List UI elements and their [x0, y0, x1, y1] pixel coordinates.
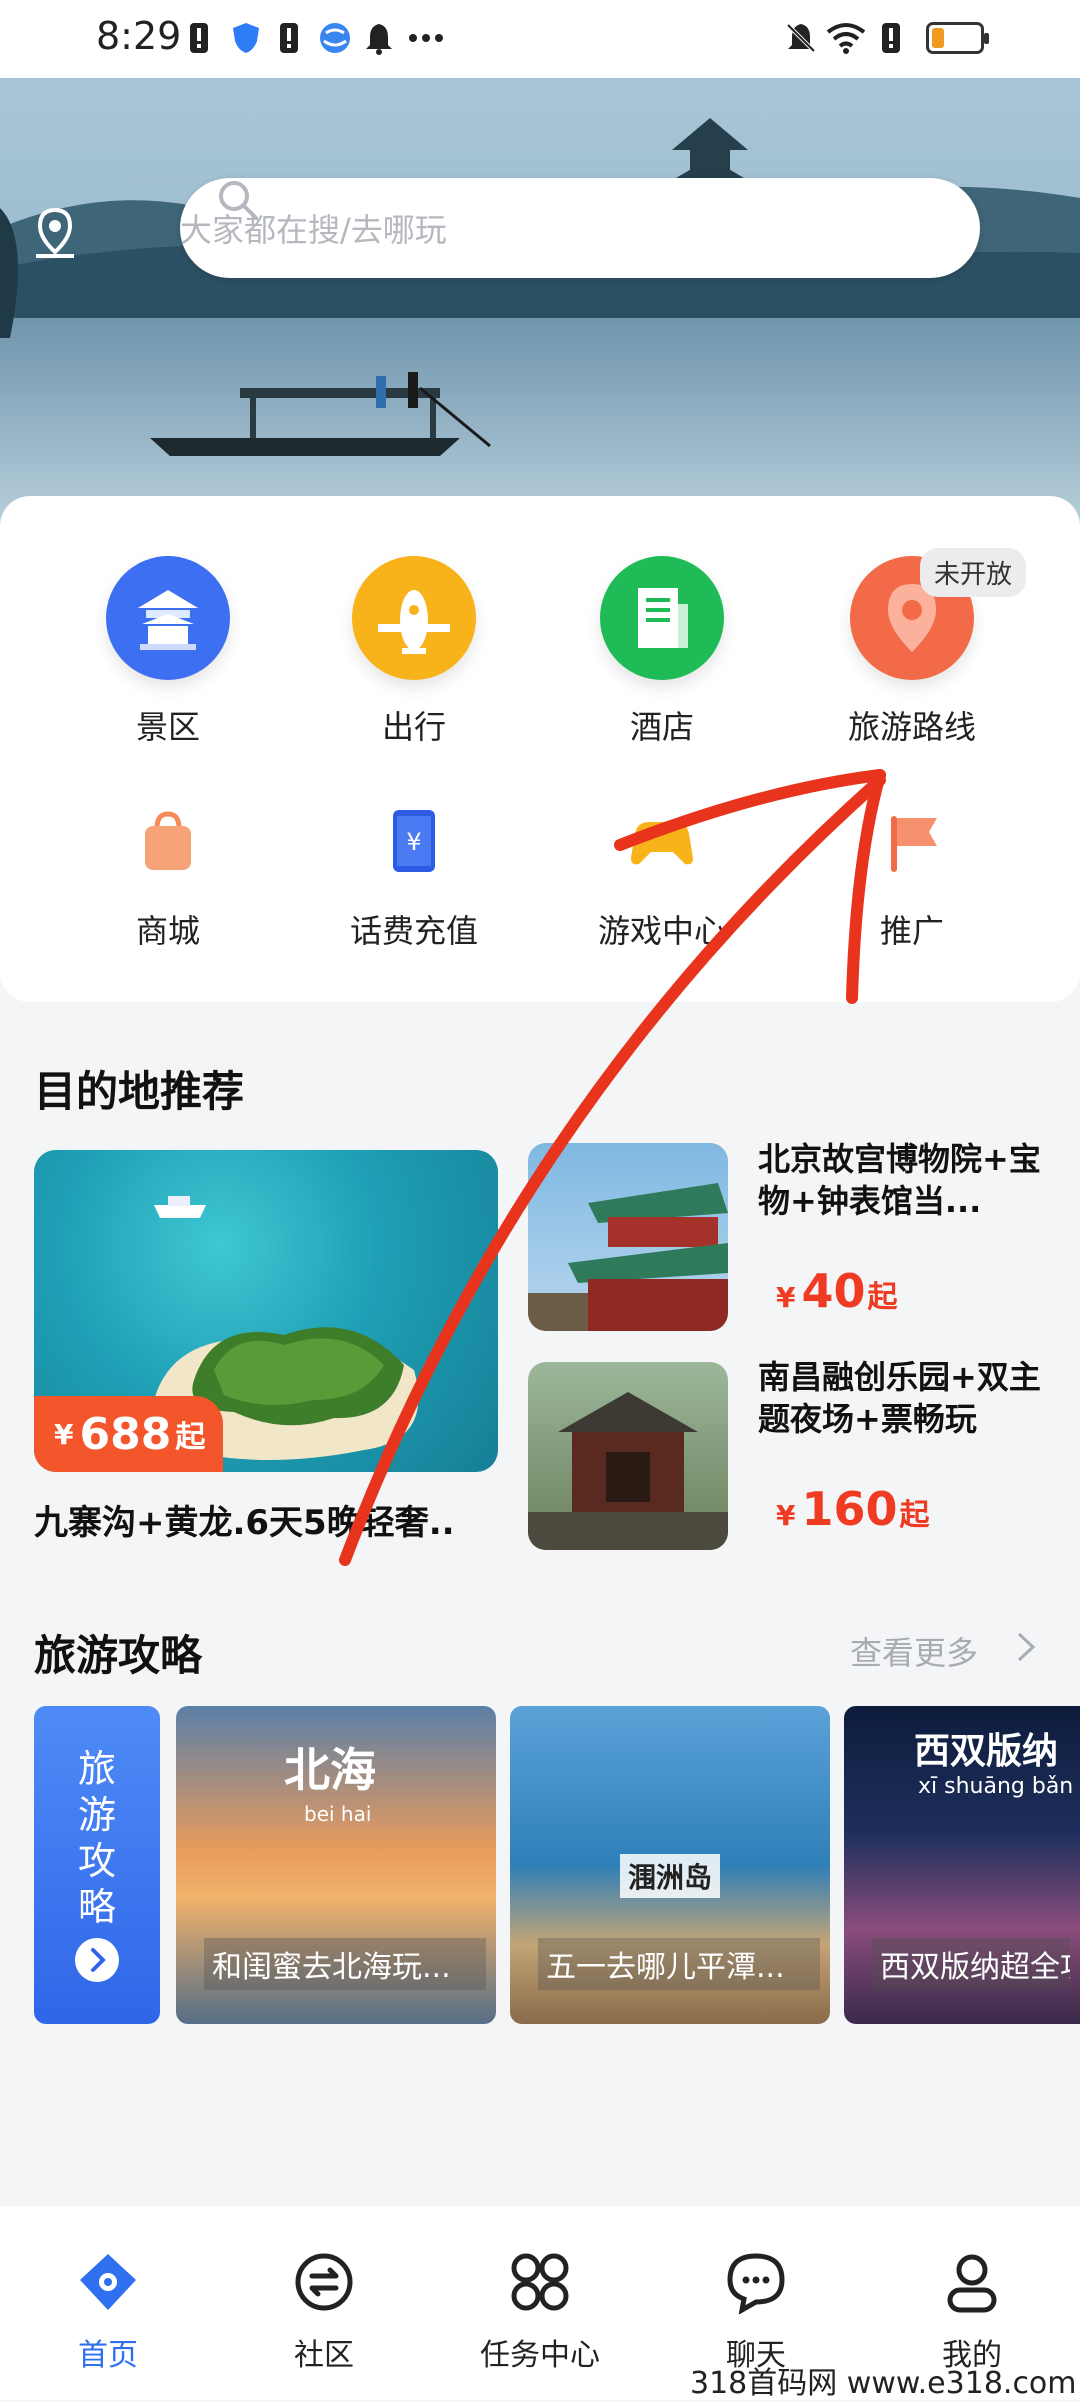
bell-icon	[364, 20, 394, 56]
nav-profile[interactable]: 我的	[872, 2250, 1072, 2374]
guide-card-title: 北海	[284, 1743, 376, 1797]
quick-menu: 景区 出行 酒店 旅游路线 未开放 商城 ¥ 话费充值 游戏中心 推广	[0, 496, 1080, 1002]
guides-side-label: 旅游攻略	[77, 1747, 116, 1929]
nav-task-center[interactable]: 任务中心	[440, 2250, 640, 2374]
guide-card-caption: 五一去哪儿平潭...	[538, 1938, 820, 1990]
menu-promotion[interactable]: 推广	[812, 806, 1012, 952]
guide-card-subtitle: xī shuāng bǎn nà	[918, 1774, 1080, 1799]
plane-icon	[352, 556, 476, 680]
palace-image	[528, 1183, 728, 1331]
guide-card-title: 西双版纳	[914, 1731, 1059, 1772]
menu-mall[interactable]: 商城	[68, 806, 268, 952]
guide-card-caption: 西双版纳超全攻略	[872, 1938, 1070, 1990]
menu-label: 旅游路线	[847, 708, 976, 746]
menu-scenic[interactable]: 景区	[68, 556, 268, 748]
menu-recharge[interactable]: ¥ 话费充值	[314, 806, 514, 952]
watermark-text: 318首码网 www.e318.com	[690, 2366, 1077, 2401]
warning-icon	[880, 20, 902, 56]
menu-label: 出行	[381, 708, 446, 746]
menu-travel[interactable]: 出行	[314, 556, 514, 748]
guides-entry-card[interactable]: 旅游攻略	[34, 1706, 160, 2024]
chat-icon	[727, 2253, 785, 2315]
shield-icon	[230, 20, 262, 56]
destination-title-nanchang[interactable]: 南昌融创乐园+双主题夜场+票畅玩	[758, 1356, 1048, 1440]
more-icon	[408, 20, 444, 56]
section-title-destinations: 目的地推荐	[34, 1067, 245, 1116]
see-more-link[interactable]: 查看更多	[850, 1628, 978, 1674]
warning-icon	[278, 20, 300, 56]
guide-card-xishuangbanna[interactable]: 西双版纳 xī shuāng bǎn nà 西双版纳超全攻略	[844, 1706, 1080, 2024]
menu-hotel[interactable]: 酒店	[562, 556, 762, 748]
guide-card-title: 涠洲岛	[620, 1854, 721, 1898]
search-icon	[219, 181, 258, 220]
section-title-guides: 旅游攻略	[34, 1631, 203, 1680]
chevron-right-icon[interactable]	[1015, 1630, 1037, 1664]
profile-icon	[947, 2254, 997, 2313]
hero-banner: 大家都在搜/去哪玩	[0, 78, 1080, 530]
battery-icon	[926, 22, 989, 54]
community-icon	[295, 2253, 353, 2311]
svg-text:¥: ¥	[406, 828, 421, 856]
arrow-right-icon	[75, 1938, 119, 1982]
recharge-icon: ¥	[379, 806, 449, 876]
guide-card-subtitle: bei hai	[304, 1802, 372, 1826]
nav-label: 任务中心	[480, 2338, 600, 2373]
destination-thumb-nanchang[interactable]	[528, 1362, 728, 1550]
temple-icon	[106, 556, 230, 680]
destination-thumb-beijing[interactable]	[528, 1143, 728, 1331]
globe-icon	[318, 20, 352, 56]
menu-label: 酒店	[629, 708, 694, 746]
destination-featured-title[interactable]: 九寨沟+黄龙.6天5晚轻奢..	[34, 1495, 474, 1544]
warning-icon	[188, 20, 210, 56]
hotel-icon	[600, 556, 724, 680]
destination-title-beijing[interactable]: 北京故宫博物院+宝物+钟表馆当...	[758, 1138, 1048, 1222]
menu-label: 推广	[879, 912, 944, 950]
menu-label: 话费充值	[349, 912, 478, 950]
wifi-icon	[826, 20, 866, 56]
home-icon	[80, 2254, 136, 2310]
guide-card-caption: 和闺蜜去北海玩...	[204, 1938, 486, 1990]
search-bar[interactable]: 大家都在搜/去哪玩	[180, 178, 980, 278]
guide-card-weizhou[interactable]: 涠洲岛 五一去哪儿平潭...	[510, 1706, 830, 2024]
nav-chat[interactable]: 聊天	[656, 2250, 856, 2374]
nav-label: 社区	[294, 2338, 354, 2373]
nav-label: 首页	[78, 2338, 138, 2373]
status-badge: 未开放	[920, 548, 1027, 597]
status-time: 8:29	[96, 14, 182, 58]
status-bar: 8:29	[0, 0, 1080, 78]
destination-featured-card[interactable]: ¥ 688 起	[34, 1150, 498, 1472]
menu-label: 景区	[135, 708, 200, 746]
nav-home[interactable]: 首页	[8, 2250, 208, 2374]
guide-card-beihai[interactable]: 北海 bei hai 和闺蜜去北海玩...	[176, 1706, 496, 2024]
destination-price-nanchang: ¥ 160 起	[776, 1482, 930, 1536]
menu-label: 商城	[135, 912, 200, 950]
task-center-icon	[511, 2253, 569, 2311]
mute-icon	[784, 20, 818, 56]
promo-flag-icon	[877, 806, 947, 876]
nav-community[interactable]: 社区	[224, 2250, 424, 2374]
destination-price-beijing: ¥ 40 起	[776, 1264, 898, 1318]
gate-image	[528, 1392, 728, 1550]
location-icon[interactable]	[30, 206, 80, 262]
menu-game-center[interactable]: 游戏中心	[562, 806, 762, 952]
price-tag: ¥ 688 起	[34, 1396, 224, 1472]
lake-scenery-image	[0, 78, 1080, 530]
shopping-bag-icon	[133, 806, 203, 876]
menu-label: 游戏中心	[597, 912, 726, 950]
gamepad-icon	[627, 806, 697, 876]
